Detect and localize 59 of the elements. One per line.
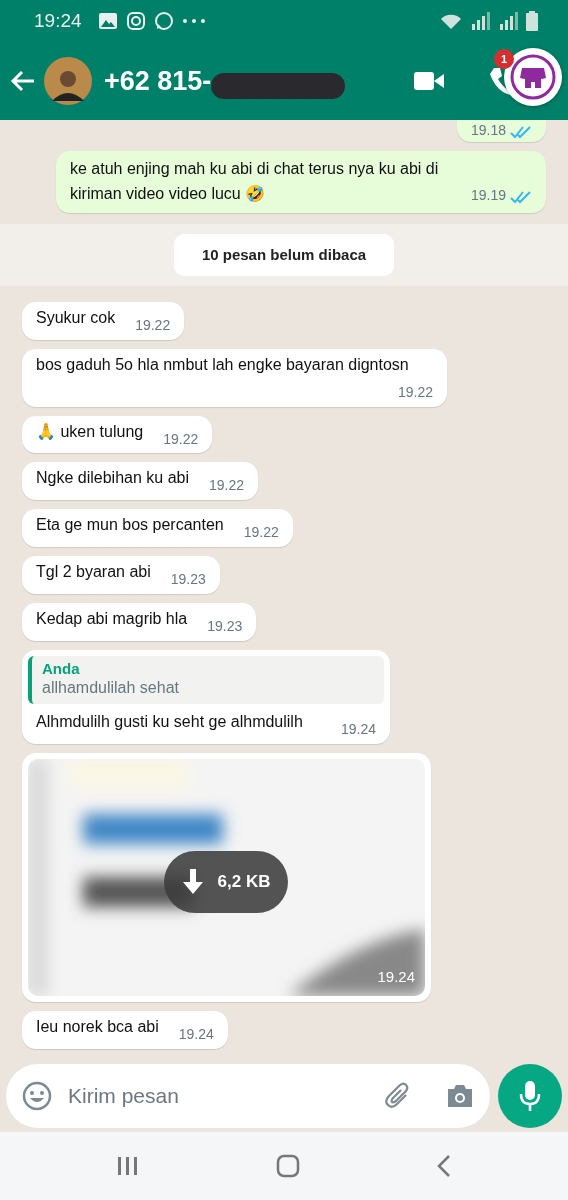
message-bubble[interactable]: 19.18 [456, 120, 546, 142]
camera-icon[interactable] [446, 1084, 474, 1108]
emoji-icon[interactable] [22, 1081, 52, 1111]
notification-badge: 1 [494, 49, 514, 69]
avatar [44, 57, 92, 105]
message-bubble[interactable]: Kedap abi magrib hla 19.23 [22, 602, 257, 641]
message-time: 19.24 [178, 1026, 214, 1043]
message-time: 19.24 [340, 721, 376, 738]
message-text: Alhmdulilh gusti ku seht ge alhmdulilh [36, 713, 303, 731]
message-text: Ngke dilebihan ku abi [36, 469, 189, 487]
message-bubble[interactable]: Tgl 2 byaran abi 19.23 [22, 556, 220, 594]
recent-apps-icon[interactable] [116, 1156, 139, 1176]
signal-icon [470, 12, 490, 30]
message-text: Ieu norek bca abi [36, 1018, 159, 1036]
mic-icon [518, 1080, 542, 1112]
message-time: 19.19 [470, 186, 506, 203]
more-icon [181, 18, 206, 24]
message-time: 19.23 [170, 571, 206, 588]
image-message[interactable]: 6,2 KB 19.24 [22, 753, 431, 1003]
message-text: Eta ge mun bos percanten [36, 516, 224, 534]
message-bubble[interactable]: Syukur cok 19.22 [22, 302, 185, 340]
wifi-icon [440, 13, 462, 29]
message-text: ke atuh enjing mah ku abi di chat terus nya ku abi di kiriman video video lucu 🤣 [70, 159, 440, 204]
chat-app-icon [153, 11, 174, 31]
status-time: 19:24 [34, 8, 82, 33]
message-text: Tgl 2 byaran abi [36, 563, 151, 581]
quote-text: allhamdulilah sehat [42, 678, 180, 699]
message-text: 🙏 uken tulung [36, 422, 144, 440]
message-bubble[interactable]: Eta ge mun bos percanten 19.22 [22, 509, 293, 548]
quoted-message[interactable]: Anda allhamdulilah sehat [28, 655, 384, 705]
contact-name[interactable]: +62 815- [104, 60, 212, 102]
message-time: 19.22 [209, 477, 245, 494]
message-bubble[interactable]: Ngke dilebihan ku abi 19.22 [22, 462, 259, 501]
message-bubble[interactable]: Anda allhamdulilah sehat Alhmdulilh gusti ku seht ge alhmdulilh 19.24 [22, 649, 390, 745]
message-time: 19.22 [397, 383, 433, 400]
message-bubble[interactable]: bos gaduh 5o hla nmbut lah engke bayaran digntosn 19.22 [22, 348, 447, 407]
signal-icon [498, 12, 518, 30]
message-time: 19.22 [135, 317, 171, 334]
message-time: 19.24 [377, 966, 415, 987]
message-bubble[interactable]: 🙏 uken tulung 19.22 [22, 415, 213, 454]
message-bubble[interactable]: Ieu norek bca abi 19.24 [22, 1011, 228, 1049]
home-icon[interactable] [276, 1154, 300, 1178]
message-text: Kedap abi magrib hla [36, 609, 188, 627]
video-call-icon[interactable] [414, 71, 444, 91]
message-field[interactable]: Kirim pesan [6, 1064, 490, 1128]
message-bubble[interactable]: ke atuh enjing mah ku abi di chat terus nya ku abi di kiriman video video lucu 🤣 19.19 [56, 151, 546, 213]
download-icon [181, 869, 204, 896]
quote-author: Anda [42, 659, 81, 679]
message-text: Syukur cok [36, 309, 116, 327]
back-icon[interactable] [437, 1155, 452, 1177]
gallery-icon [97, 12, 118, 30]
message-time: 19.18 [470, 122, 506, 138]
camera-app-icon [125, 11, 146, 31]
download-button[interactable]: 6,2 KB [164, 851, 288, 914]
battery-icon [526, 11, 538, 31]
message-time: 19.22 [243, 524, 279, 541]
message-time: 19.23 [207, 617, 243, 634]
message-time: 19.22 [163, 430, 199, 447]
message-text: bos gaduh 5o hla nmbut lah engke bayaran digntosn [36, 355, 409, 373]
